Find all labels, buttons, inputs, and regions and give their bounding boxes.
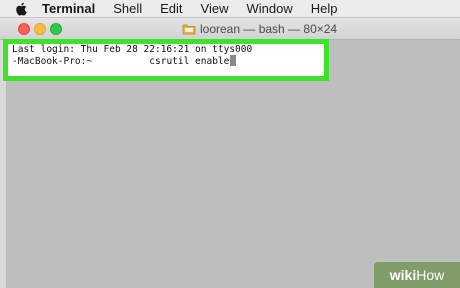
menu-help[interactable]: Help [311,0,338,18]
command-text: csrutil enable [149,56,230,67]
menu-view[interactable]: View [201,0,229,18]
prompt-host: -MacBook-Pro:~ [12,56,93,67]
apple-icon[interactable] [14,2,28,16]
folder-icon [182,24,196,35]
terminal-line-command: -MacBook-Pro:~ csrutil enable [12,55,237,68]
close-button[interactable] [18,23,30,35]
minimize-button[interactable] [34,23,46,35]
menu-terminal[interactable]: Terminal [42,0,95,18]
menu-bar: Terminal Shell Edit View Window Help [0,0,460,18]
menu-window[interactable]: Window [247,0,293,18]
wikihow-watermark: wikiHow [374,262,460,288]
window-titlebar[interactable]: loorean — bash — 80×24 [0,18,460,40]
maximize-button[interactable] [50,23,62,35]
menu-edit[interactable]: Edit [160,0,182,18]
menu-shell[interactable]: Shell [113,0,142,18]
window-title-text: loorean — bash — 80×24 [200,22,338,36]
text-cursor [230,55,237,66]
wikihow-logo: wikiHow [389,267,445,283]
window-title: loorean — bash — 80×24 [182,21,337,37]
